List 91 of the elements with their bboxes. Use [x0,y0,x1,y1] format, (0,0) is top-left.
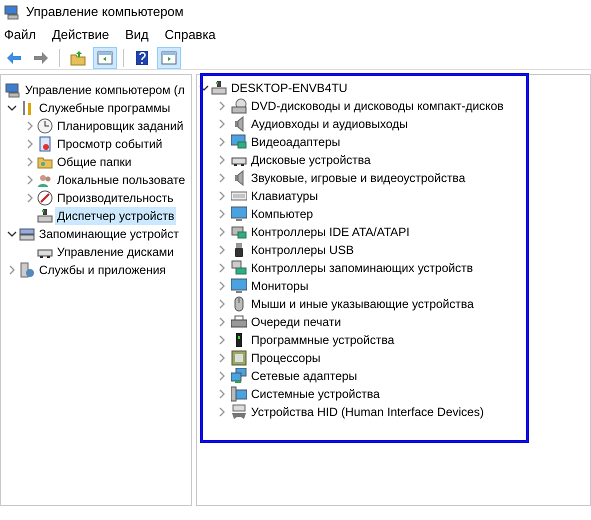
toolbar-button[interactable] [93,46,117,68]
monitor-card-icon [231,134,247,150]
chevron-right-icon[interactable] [217,119,227,129]
storage-icon [19,226,35,242]
chevron-right-icon[interactable] [217,281,227,291]
dvd-drive-icon [231,98,247,114]
tree-item[interactable]: Компьютер [251,205,314,223]
tree-item[interactable]: DESKTOP-ENVB4TU [231,79,348,97]
menu-item[interactable]: Действие [52,25,110,45]
chevron-right-icon[interactable] [25,175,35,185]
menu-item[interactable]: Файл [4,25,36,45]
monitor-icon [231,278,247,294]
server-gear-icon [19,262,35,278]
chevron-right-icon[interactable] [217,389,227,399]
chevron-right-icon[interactable] [217,353,227,363]
chevron-right-icon[interactable] [217,155,227,165]
tree-item[interactable]: Программные устройства [251,331,394,349]
chevron-right-icon[interactable] [217,317,227,327]
tree-item[interactable]: Локальные пользовате [55,171,188,189]
gamepad-icon [231,404,247,420]
monitor-icon [231,206,247,222]
tree-item[interactable]: Видеоадаптеры [251,133,340,151]
forward-arrow-icon [33,50,49,66]
network-icon [231,368,247,384]
chevron-right-icon[interactable] [217,245,227,255]
back-arrow-icon [6,50,22,66]
gauge-icon [37,190,53,206]
tree-item[interactable]: Запоминающие устройст [37,225,181,243]
chevron-right-icon[interactable] [217,101,227,111]
chevron-right-icon[interactable] [217,299,227,309]
chevron-down-icon[interactable] [199,83,209,93]
computer-icon [5,82,21,98]
tree-item[interactable]: Производительность [55,189,176,207]
folder-up-icon [70,50,86,66]
menu-item[interactable]: Вид [125,25,149,45]
tree-item[interactable]: Службы и приложения [37,261,168,279]
tree-item[interactable]: Контроллеры IDE ATA/ATAPI [251,223,410,241]
chevron-right-icon[interactable] [25,157,35,167]
tree-item[interactable]: Планировщик заданий [55,117,186,135]
tree-item[interactable]: Мыши и иные указывающие устройства [251,295,474,313]
chip-icon [231,350,247,366]
chevron-right-icon[interactable] [217,227,227,237]
storage-controller-icon [231,260,247,276]
toolbar-button[interactable] [157,46,181,68]
chevron-right-icon[interactable] [217,335,227,345]
chevron-right-icon[interactable] [217,407,227,417]
tree-item[interactable]: Управление компьютером (л [23,81,187,99]
chevron-right-icon[interactable] [217,137,227,147]
chevron-right-icon[interactable] [25,193,35,203]
help-icon [134,50,150,66]
tree-item[interactable]: Сетевые адаптеры [251,367,358,385]
tree-item[interactable]: Контроллеры запоминающих устройств [251,259,473,277]
menu-item[interactable]: Справка [164,25,216,45]
tree-item[interactable]: Устройства HID (Human Interface Devices) [251,403,484,421]
tree-item[interactable]: Контроллеры USB [251,241,354,259]
chevron-right-icon[interactable] [7,265,17,275]
clock-icon [37,118,53,134]
tree-item[interactable]: Общие папки [55,153,134,171]
computer-icon [231,386,247,402]
printer-icon [231,314,247,330]
tree-item[interactable]: Просмотр событий [55,135,164,153]
device-manager-icon [37,208,53,224]
users-icon [37,172,53,188]
chevron-right-icon[interactable] [217,263,227,273]
chevron-down-icon[interactable] [7,229,17,239]
tree-item[interactable]: Звуковые, игровые и видеоустройства [251,169,466,187]
chevron-down-icon[interactable] [7,103,17,113]
tree-item[interactable]: Аудиовходы и аудиовыходы [251,115,408,133]
chevron-right-icon[interactable] [25,139,35,149]
tree-item[interactable]: Дисковые устройства [251,151,371,169]
tree-item[interactable]: Управление дисками [55,243,176,261]
chevron-right-icon[interactable] [217,191,227,201]
tree-item[interactable]: Служебные программы [37,99,172,117]
tree-item[interactable]: DVD-дисководы и дисководы компакт-дисков [251,97,504,115]
tree-item[interactable]: Процессоры [251,349,320,367]
pane-icon [161,50,177,66]
chevron-right-icon[interactable] [217,371,227,381]
chevron-right-icon[interactable] [25,121,35,131]
chevron-right-icon[interactable] [217,173,227,183]
controller-card-icon [231,224,247,240]
tree-item[interactable]: Системные устройства [251,385,380,403]
tree-item[interactable]: Клавиатуры [251,187,318,205]
device-manager-icon [211,80,227,96]
tree-item[interactable]: Диспетчер устройств [55,207,176,225]
chevron-right-icon[interactable] [217,209,227,219]
tree-item[interactable]: Мониторы [251,277,308,295]
computer-icon [4,4,20,20]
window-title: Управление компьютером [26,3,184,22]
log-icon [37,136,53,152]
tree-item[interactable]: Очереди печати [251,313,342,331]
pane-icon [97,50,113,66]
